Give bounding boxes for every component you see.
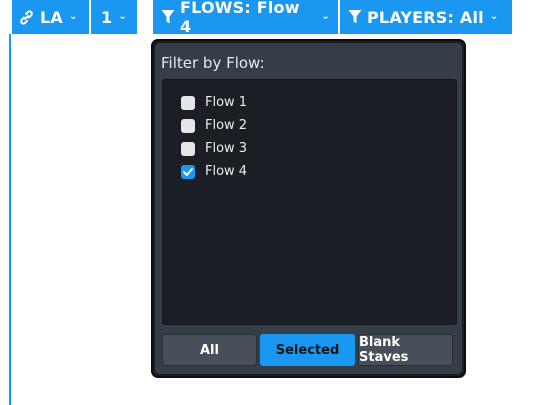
flow-item-1[interactable]: Flow 1 (181, 95, 247, 110)
flow-item-4[interactable]: Flow 4 (181, 164, 247, 179)
checkbox-unchecked[interactable] (181, 141, 195, 156)
all-button[interactable]: All (162, 334, 257, 366)
flow-item-label: Flow 1 (205, 95, 248, 110)
link-selector[interactable]: LA ⌄ (12, 0, 89, 34)
flows-filter-label: FLOWS: Flow 4 (180, 0, 300, 36)
players-filter-label: PLAYERS: All (367, 7, 484, 27)
left-edge-rule (9, 34, 11, 405)
flow-item-label: Flow 2 (205, 118, 248, 133)
flows-filter-button[interactable]: FLOWS: Flow 4 ⌄ (153, 0, 338, 36)
chevron-down-icon: ⌄ (489, 10, 499, 22)
flow-item-2[interactable]: Flow 2 (181, 118, 247, 133)
flow-filter-popup: Filter by Flow: Flow 1 Flow 2 Flow 3 Flo… (151, 39, 466, 378)
filter-icon (348, 10, 362, 24)
link-icon (20, 9, 33, 25)
flow-item-label: Flow 4 (205, 164, 248, 179)
checkbox-checked[interactable] (181, 164, 195, 179)
number-selector[interactable]: 1 ⌄ (91, 0, 137, 34)
flow-item-3[interactable]: Flow 3 (181, 141, 247, 156)
popup-panel: Filter by Flow: Flow 1 Flow 2 Flow 3 Flo… (155, 43, 462, 374)
blank-staves-button[interactable]: Blank Staves (358, 334, 453, 366)
players-filter-button[interactable]: PLAYERS: All ⌄ (340, 0, 512, 34)
chevron-down-icon: ⌄ (321, 10, 330, 22)
popup-title: Filter by Flow: (161, 54, 265, 72)
filter-icon (161, 10, 175, 24)
checkbox-unchecked[interactable] (181, 118, 195, 133)
flow-list: Flow 1 Flow 2 Flow 3 Flow 4 (162, 79, 457, 325)
selected-button[interactable]: Selected (260, 334, 355, 366)
link-label: LA (40, 7, 63, 27)
checkbox-unchecked[interactable] (181, 95, 195, 110)
toolbar: LA ⌄ 1 ⌄ FLOWS: Flow 4 ⌄ PLAYERS: All ⌄ (0, 0, 534, 36)
number-label: 1 (101, 7, 113, 27)
chevron-down-icon: ⌄ (68, 10, 78, 22)
chevron-down-icon: ⌄ (118, 10, 127, 22)
flow-item-label: Flow 3 (205, 141, 248, 156)
checkmark-icon (183, 167, 193, 176)
selection-button-group: All Selected Blank Staves (162, 334, 457, 366)
